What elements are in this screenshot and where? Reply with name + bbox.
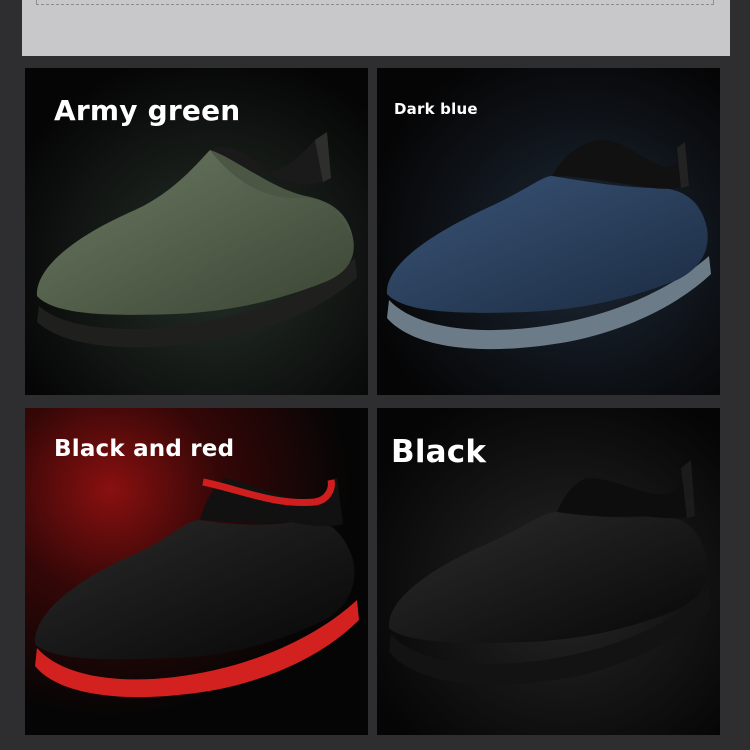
variant-label: Army green — [54, 94, 241, 127]
variant-panel-dark-blue[interactable]: Dark blue — [377, 68, 720, 395]
variant-panel-army-green[interactable]: Army green — [25, 68, 368, 395]
variant-panel-black[interactable]: Black — [377, 408, 720, 735]
variant-label: Black and red — [54, 436, 235, 462]
variant-panel-black-and-red[interactable]: Black and red — [25, 408, 368, 735]
variant-label: Black — [391, 434, 487, 470]
dimension-ruler — [36, 0, 714, 5]
variant-label: Dark blue — [394, 100, 478, 118]
top-banner-strip — [22, 0, 730, 56]
